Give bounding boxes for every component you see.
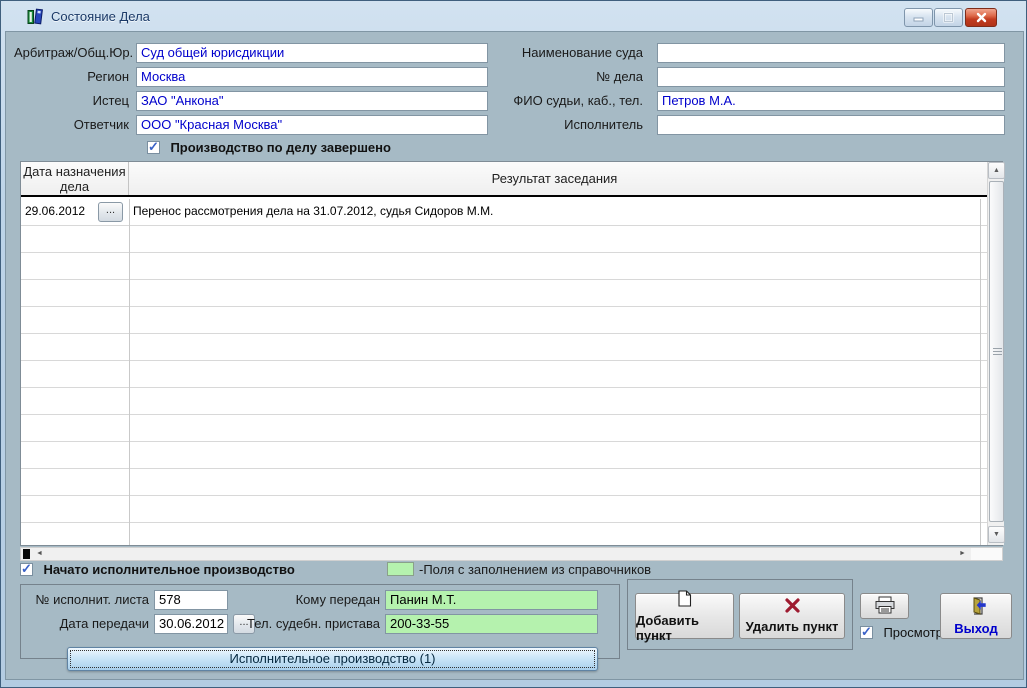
label-transferred-to: Кому передан (240, 592, 380, 607)
hearing-result-cell[interactable]: Перенос рассмотрения дела на 31.07.2012,… (133, 199, 978, 224)
legend-label: -Поля с заполнением из справочников (419, 562, 651, 577)
label-executor: Исполнитель (486, 117, 643, 132)
exit-button-label: Выход (954, 621, 997, 636)
add-item-button-label: Добавить пункт (636, 613, 733, 643)
delete-x-icon (784, 598, 801, 616)
writ-number-field[interactable]: 578 (154, 590, 228, 610)
label-region: Регион (14, 69, 129, 84)
preview-checkbox[interactable]: Просмотр (860, 624, 943, 642)
table-body (21, 199, 987, 545)
execution-started-checkbox-box[interactable] (20, 563, 33, 576)
printer-icon (874, 596, 896, 617)
splitter-handle[interactable] (23, 549, 30, 559)
case-closed-checkbox[interactable]: Производство по делу завершено (147, 139, 391, 157)
case-status-window: Состояние Дела Арбитраж/Общ.Юр. Суд обще… (0, 0, 1027, 688)
table-row[interactable]: 29.06.2012 ... Перенос рассмотрения дела… (21, 199, 987, 226)
horizontal-scrollbar[interactable]: ◄ ► (20, 547, 1003, 561)
label-defendant: Ответчик (14, 117, 129, 132)
scrollbar-grip (993, 348, 1002, 356)
scroll-right-button[interactable]: ► (955, 548, 970, 560)
maximize-button[interactable] (934, 8, 963, 27)
scrollbar-corner (971, 548, 1002, 560)
exit-door-icon (965, 597, 987, 618)
label-judge: ФИО судьи, каб., тел. (486, 93, 643, 108)
execution-started-checkbox[interactable]: Начато исполнительное производство (20, 561, 295, 579)
scroll-up-button[interactable]: ▲ (988, 162, 1005, 179)
dialog-body: Арбитраж/Общ.Юр. Суд общей юрисдикции Ре… (5, 31, 1024, 680)
label-case-number: № дела (486, 69, 643, 84)
column-right-edge (980, 199, 981, 545)
case-closed-checkbox-box[interactable] (147, 141, 160, 154)
label-court-name: Наименование суда (486, 45, 643, 60)
transferred-to-field[interactable]: Панин М.Т. (385, 590, 598, 610)
date-picker-button[interactable]: ... (98, 202, 123, 222)
books-icon (27, 8, 45, 30)
label-bailiff-phone: Тел. судебн. пристава (240, 616, 380, 631)
defendant-field[interactable]: ООО "Красная Москва" (136, 115, 488, 135)
exit-button[interactable]: Выход (940, 593, 1012, 639)
titlebar: Состояние Дела (5, 3, 1022, 30)
close-button[interactable] (965, 8, 997, 27)
court-name-field[interactable] (657, 43, 1005, 63)
label-plaintiff: Истец (14, 93, 129, 108)
column-header-date[interactable]: Дата назначения дела (21, 162, 129, 195)
court-type-field[interactable]: Суд общей юрисдикции (136, 43, 488, 63)
vertical-scrollbar[interactable]: ▲ ▼ (987, 162, 1004, 545)
scroll-down-button[interactable]: ▼ (988, 526, 1005, 543)
bailiff-phone-field[interactable]: 200-33-55 (385, 614, 598, 634)
minimize-button[interactable] (904, 8, 933, 27)
label-court-type: Арбитраж/Общ.Юр. (14, 45, 129, 60)
executor-field[interactable] (657, 115, 1005, 135)
print-button[interactable] (860, 593, 909, 619)
transfer-date-field[interactable]: 30.06.2012 (154, 614, 228, 634)
column-divider (129, 199, 130, 545)
label-writ-number: № исполнит. листа (30, 592, 149, 607)
delete-item-button[interactable]: Удалить пункт (739, 593, 845, 639)
delete-item-button-label: Удалить пункт (746, 619, 839, 634)
preview-checkbox-box[interactable] (860, 626, 873, 639)
add-item-button[interactable]: Добавить пункт (635, 593, 734, 639)
document-icon (677, 590, 692, 610)
region-field[interactable]: Москва (136, 67, 488, 87)
case-number-field[interactable] (657, 67, 1005, 87)
scroll-left-button[interactable]: ◄ (32, 548, 47, 560)
execution-started-checkbox-label: Начато исполнительное производство (43, 562, 294, 577)
execution-production-button[interactable]: Исполнительное производство (1) (67, 647, 598, 671)
hearings-table: Дата назначения дела Результат заседания… (20, 161, 1003, 546)
case-closed-checkbox-label: Производство по делу завершено (170, 140, 391, 155)
preview-checkbox-label: Просмотр (883, 625, 942, 640)
vertical-scrollbar-thumb[interactable] (989, 181, 1004, 522)
table-header: Дата назначения дела Результат заседания (21, 162, 987, 197)
legend-green-swatch (387, 562, 414, 576)
column-header-result[interactable]: Результат заседания (129, 162, 980, 195)
label-transfer-date: Дата передачи (30, 616, 149, 631)
judge-field[interactable]: Петров М.А. (657, 91, 1005, 111)
plaintiff-field[interactable]: ЗАО "Анкона" (136, 91, 488, 111)
window-title: Состояние Дела (51, 9, 150, 24)
